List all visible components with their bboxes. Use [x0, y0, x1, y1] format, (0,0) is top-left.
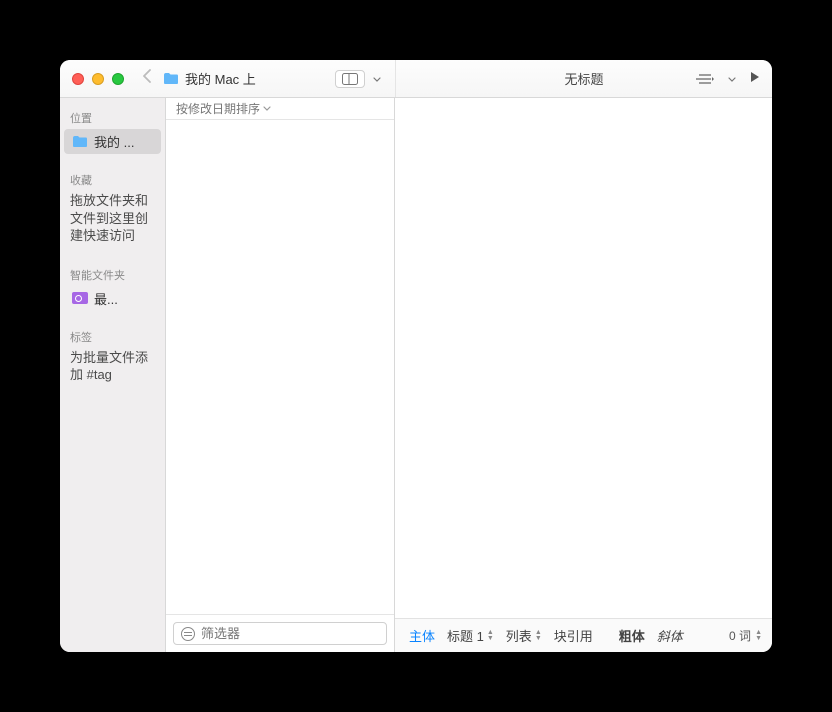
editor-pane: 主体 标题 1 ▲▼ 列表 ▲▼ 块引用 粗体 斜体 — [395, 98, 772, 652]
chevron-down-icon — [263, 106, 271, 111]
folder-icon — [163, 72, 179, 85]
minimize-button[interactable] — [92, 73, 104, 85]
back-button[interactable] — [136, 69, 163, 88]
traffic-lights — [60, 73, 136, 85]
filter-row — [166, 614, 394, 652]
word-count[interactable]: 0 词 ▲▼ — [729, 627, 762, 644]
folder-icon — [72, 135, 88, 148]
sidebar-item-label: 最... — [94, 289, 118, 308]
style-body[interactable]: 主体 — [405, 624, 439, 647]
titlebar-right: 无标题 — [395, 60, 772, 97]
location-label: 我的 Mac 上 — [185, 69, 256, 88]
stepper-icon: ▲▼ — [487, 630, 494, 642]
sort-header[interactable]: 按修改日期排序 — [166, 98, 394, 120]
filter-input-wrap[interactable] — [173, 622, 387, 645]
sidebar-header-location: 位置 — [60, 106, 165, 128]
stepper-icon: ▲▼ — [535, 630, 542, 642]
zoom-button[interactable] — [112, 73, 124, 85]
sidebar: 位置 我的 ... 收藏 拖放文件夹和文件到这里创建快速访问 智能文件夹 最..… — [60, 98, 166, 652]
style-list[interactable]: 列表 ▲▼ — [502, 624, 546, 647]
sidebar-tags-hint: 为批量文件添加 #tag — [60, 347, 165, 394]
style-italic[interactable]: 斜体 — [653, 624, 687, 647]
sidebar-panel-icon — [342, 73, 358, 85]
close-button[interactable] — [72, 73, 84, 85]
titlebar-left-actions — [335, 70, 385, 88]
filter-input[interactable] — [201, 626, 379, 641]
filter-icon — [181, 627, 195, 641]
file-list-pane: 按修改日期排序 — [166, 98, 395, 652]
stepper-icon: ▲▼ — [755, 630, 762, 642]
sidebar-item-mymac[interactable]: 我的 ... — [64, 129, 161, 154]
style-heading[interactable]: 标题 1 ▲▼ — [443, 624, 498, 647]
sidebar-header-tags: 标签 — [60, 325, 165, 347]
sort-label: 按修改日期排序 — [176, 100, 260, 117]
editor-footer: 主体 标题 1 ▲▼ 列表 ▲▼ 块引用 粗体 斜体 — [395, 618, 772, 652]
style-quote[interactable]: 块引用 — [550, 624, 597, 647]
document-title[interactable]: 无标题 — [564, 69, 603, 88]
panel-dropdown[interactable] — [369, 74, 385, 84]
sidebar-item-label: 我的 ... — [94, 132, 134, 151]
editor-body[interactable] — [395, 98, 772, 618]
location-title[interactable]: 我的 Mac 上 — [163, 69, 256, 88]
outline-button[interactable] — [696, 73, 714, 85]
play-button[interactable] — [750, 71, 760, 86]
titlebar: 我的 Mac 上 无标题 — [60, 60, 772, 98]
panel-toggle-button[interactable] — [335, 70, 365, 88]
sidebar-header-smart: 智能文件夹 — [60, 263, 165, 285]
app-window: 我的 Mac 上 无标题 — [60, 60, 772, 652]
smart-folder-icon — [72, 292, 88, 304]
window-body: 位置 我的 ... 收藏 拖放文件夹和文件到这里创建快速访问 智能文件夹 最..… — [60, 98, 772, 652]
outline-dropdown[interactable] — [724, 74, 740, 84]
sidebar-header-favorites: 收藏 — [60, 168, 165, 190]
titlebar-right-actions — [696, 71, 760, 86]
titlebar-left: 我的 Mac 上 — [60, 60, 395, 97]
sidebar-item-recent[interactable]: 最... — [64, 286, 161, 311]
file-list[interactable] — [166, 120, 394, 614]
style-bold[interactable]: 粗体 — [615, 624, 649, 647]
sidebar-favorites-hint: 拖放文件夹和文件到这里创建快速访问 — [60, 190, 165, 255]
